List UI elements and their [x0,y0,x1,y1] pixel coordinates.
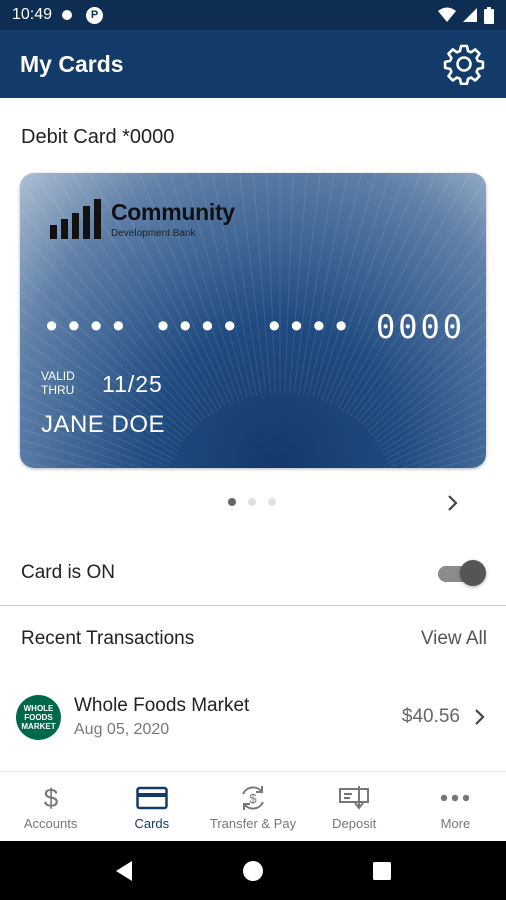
next-card-button[interactable] [440,490,466,516]
card-status-label: Card is ON [21,562,115,583]
view-all-link[interactable]: View All [421,628,487,650]
nav-label: Deposit [332,815,377,831]
transactions-header: Recent Transactions View All [21,628,487,650]
bank-logo: Community Development Bank [50,199,235,239]
nav-transfer-pay[interactable]: $ Transfer & Pay [202,772,303,841]
bank-name: Community [111,199,235,225]
debit-card[interactable]: Community Development Bank •••• •••• •••… [20,173,486,468]
card-expiry: 11/25 [102,371,163,397]
notification-app-icon: P [86,6,104,24]
notification-dot-icon [62,10,73,20]
settings-button[interactable] [442,42,486,86]
status-time: 10:49 [12,6,53,23]
card-holder-name: JANE DOE [41,411,166,438]
page-title: My Cards [20,50,124,77]
nav-label: Transfer & Pay [209,815,297,831]
nav-label: Cards [134,815,170,831]
card-on-toggle[interactable] [438,559,486,587]
card-status-row: Card is ON [0,548,506,598]
dollar-icon: $ [43,784,58,812]
pager-dot[interactable] [248,498,256,506]
svg-text:$: $ [43,784,58,812]
svg-text:$: $ [249,791,257,806]
valid-thru-label: VALID THRU [41,369,75,397]
nav-deposit[interactable]: Deposit [304,772,405,841]
chevron-right-icon [448,495,458,511]
transaction-date: Aug 05, 2020 [74,721,170,738]
nav-label: More [440,815,471,831]
nav-accounts[interactable]: $ Accounts [0,772,101,841]
transaction-amount: $40.56 [401,706,460,727]
nav-label: Accounts [23,815,78,831]
card-pager [228,498,276,506]
home-icon[interactable] [242,860,264,882]
system-navigation-bar [0,841,506,900]
nav-cards[interactable]: Cards [101,772,202,841]
bank-subtitle: Development Bank [111,228,196,239]
back-icon[interactable] [114,860,134,882]
card-section-title: Debit Card *0000 [21,126,175,148]
chevron-right-icon [475,709,485,725]
pager-dot[interactable] [228,498,236,506]
transaction-row[interactable]: WHOLE FOODS MARKET Whole Foods Market Au… [0,686,506,748]
cell-signal-icon [463,8,477,22]
pager-dot[interactable] [268,498,276,506]
wifi-icon [438,7,456,22]
recents-icon[interactable] [372,861,392,881]
nav-more[interactable]: More [405,772,506,841]
transaction-merchant: Whole Foods Market [74,695,250,716]
transactions-title: Recent Transactions [21,628,195,649]
gear-icon [443,44,485,85]
status-bar: 10:49 P [0,0,506,30]
transfer-icon: $ [242,785,264,810]
bottom-navigation: $ Accounts Cards $ Transfer & Pay Deposi… [0,771,506,841]
battery-icon [484,6,494,24]
section-divider [0,605,506,606]
bank-logo-bars-icon [50,199,101,239]
app-bar: My Cards [0,30,506,98]
merchant-logo: WHOLE FOODS MARKET [16,694,61,740]
card-icon [136,786,168,809]
card-number: •••• •••• •••• 0000 [42,308,466,346]
more-icon [441,794,470,801]
check-deposit-icon [339,785,370,810]
